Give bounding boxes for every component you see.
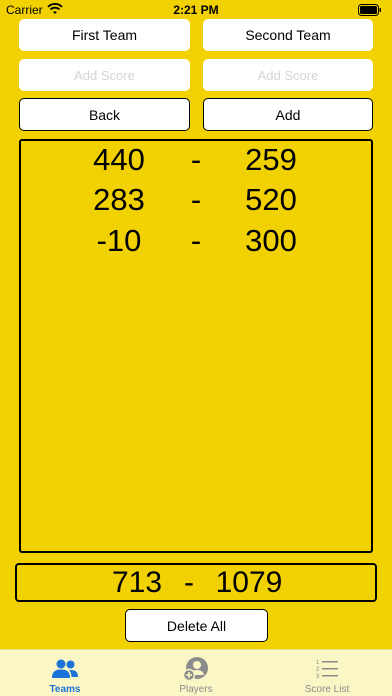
score-separator: -	[190, 142, 202, 177]
second-team-score: 300	[245, 223, 297, 258]
tab-score-list-label: Score List	[304, 684, 350, 695]
svg-text:3: 3	[316, 674, 320, 680]
score-row: -10 - 300	[21, 223, 371, 263]
tab-score-list[interactable]: 1 2 3 Score List	[262, 650, 392, 696]
first-team-score: -10	[96, 223, 142, 258]
total-score-panel: 713 - 1079	[15, 563, 377, 602]
score-row: 283 - 520	[21, 182, 371, 222]
second-team-score-input[interactable]: Add Score	[203, 59, 373, 91]
second-team-button[interactable]: Second Team	[203, 19, 373, 51]
back-button[interactable]: Back	[19, 98, 190, 131]
total-separator: -	[184, 566, 194, 599]
first-team-score-input[interactable]: Add Score	[19, 59, 190, 91]
score-row: 440 - 259	[21, 142, 371, 182]
score-list-panel: 440 - 259 283 - 520 -10 - 300	[19, 139, 373, 553]
delete-all-button[interactable]: Delete All	[125, 609, 268, 642]
status-bar: Carrier 2:21 PM	[0, 0, 392, 20]
teams-icon	[50, 656, 80, 682]
tab-teams-label: Teams	[49, 684, 81, 695]
battery-icon	[358, 4, 381, 16]
tab-bar: Teams Players 1 2 3 Score List	[0, 649, 392, 696]
add-player-icon	[181, 656, 211, 682]
tab-players[interactable]: Players	[131, 650, 261, 696]
add-button[interactable]: Add	[203, 98, 373, 131]
svg-text:2: 2	[316, 667, 320, 673]
status-time: 2:21 PM	[173, 3, 219, 17]
score-separator: -	[190, 223, 202, 258]
second-team-score: 259	[245, 142, 297, 177]
first-team-score: 440	[93, 142, 145, 177]
first-team-score: 283	[93, 182, 145, 217]
second-team-total: 1079	[215, 566, 283, 599]
tab-players-label: Players	[179, 684, 213, 695]
first-team-button[interactable]: First Team	[19, 19, 190, 51]
tab-teams[interactable]: Teams	[0, 650, 130, 696]
second-team-score: 520	[245, 182, 297, 217]
svg-text:1: 1	[316, 660, 320, 666]
first-team-total: 713	[111, 566, 163, 599]
list-icon: 1 2 3	[312, 656, 342, 682]
score-separator: -	[190, 182, 202, 217]
